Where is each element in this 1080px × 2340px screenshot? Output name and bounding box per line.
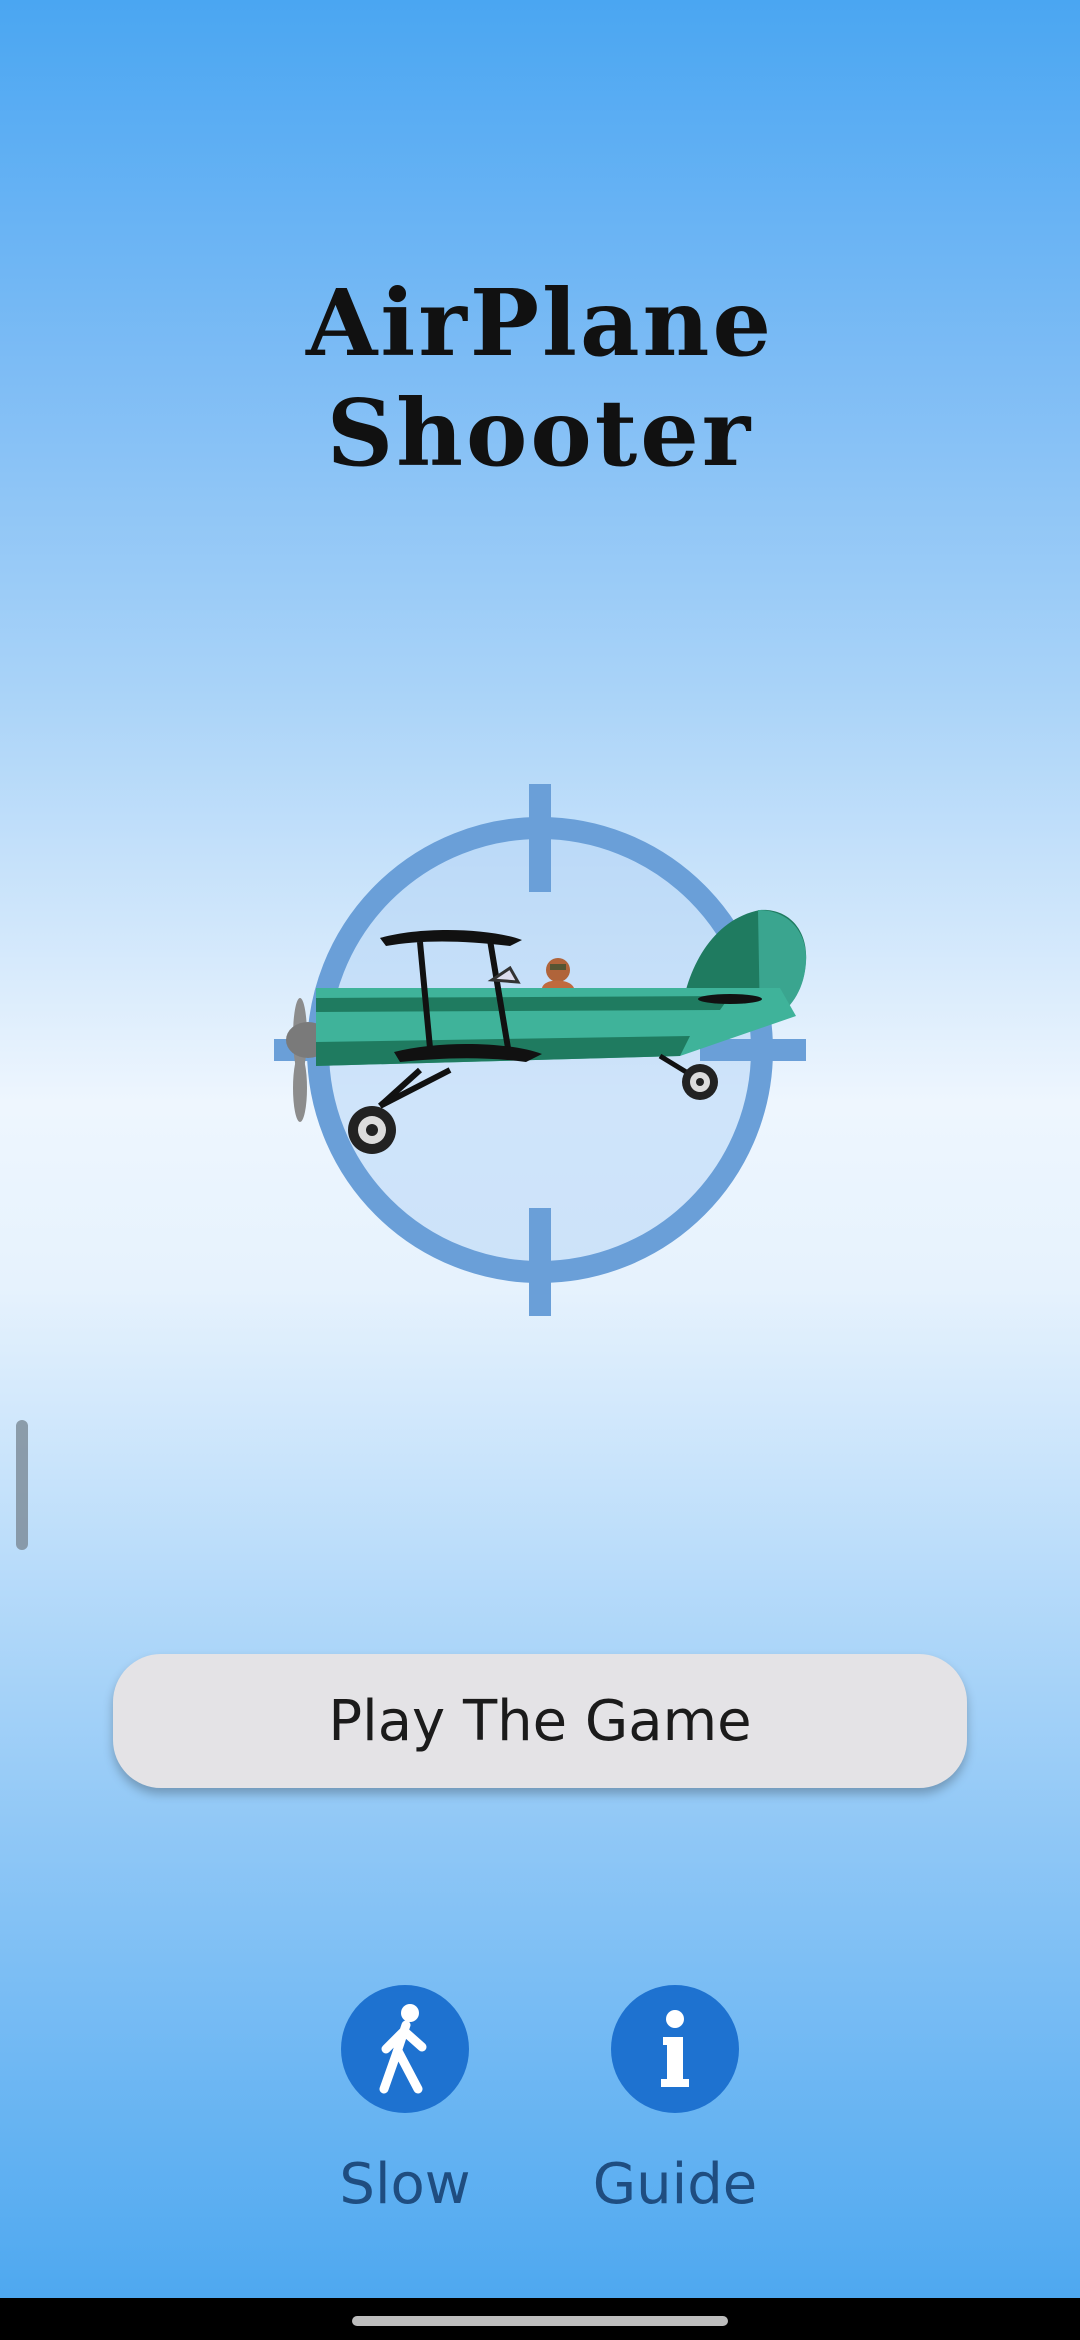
- guide-label[interactable]: Guide: [555, 2152, 795, 2217]
- guide-button[interactable]: [611, 1985, 739, 2113]
- slow-label[interactable]: Slow: [285, 2152, 525, 2217]
- info-icon: [661, 2010, 689, 2087]
- home-indicator[interactable]: [352, 2316, 728, 2326]
- game-title: AirPlane Shooter: [0, 268, 1080, 488]
- airplane-crosshair-illustration: [274, 784, 807, 1316]
- walking-person-icon: [379, 2004, 427, 2094]
- slow-button[interactable]: [341, 1985, 469, 2113]
- game-title-line2: Shooter: [326, 379, 754, 487]
- play-game-button[interactable]: Play The Game: [113, 1654, 967, 1788]
- game-title-line1: AirPlane: [306, 269, 774, 377]
- scroll-indicator[interactable]: [16, 1420, 28, 1550]
- play-game-label: Play The Game: [328, 1688, 752, 1754]
- game-menu-screen: AirPlane Shooter Play The Game Slow Guid…: [0, 0, 1080, 2298]
